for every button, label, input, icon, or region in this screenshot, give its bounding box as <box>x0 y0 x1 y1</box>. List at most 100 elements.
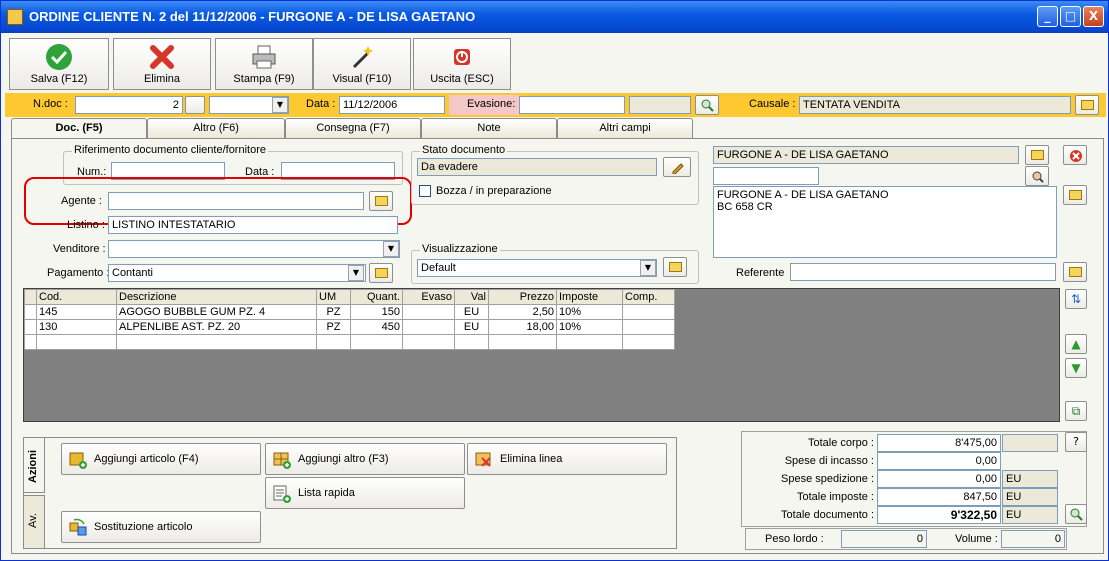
tab-azioni-label: Azioni <box>27 450 39 483</box>
tab-av[interactable]: Av. <box>23 495 45 549</box>
cell[interactable]: 130 <box>36 319 117 335</box>
visualizzazione-folder-button[interactable] <box>663 257 687 277</box>
minimize-button[interactable]: _ <box>1037 6 1058 27</box>
ndoc-series-button[interactable] <box>185 96 205 114</box>
cliente-code-input[interactable] <box>713 167 819 185</box>
row-selector[interactable] <box>24 334 37 350</box>
bozza-checkbox[interactable] <box>419 185 431 197</box>
cell[interactable] <box>622 304 675 320</box>
cell[interactable] <box>116 334 317 350</box>
row-selector[interactable] <box>24 304 37 320</box>
lista-rapida-button[interactable]: Lista rapida <box>265 477 465 509</box>
cell[interactable]: AGOGO BUBBLE GUM PZ. 4 <box>116 304 317 320</box>
cell[interactable]: 145 <box>36 304 117 320</box>
sort-button[interactable]: ⇅ <box>1065 289 1087 309</box>
col-evaso[interactable]: Evaso <box>402 289 455 305</box>
col-val[interactable]: Val <box>454 289 489 305</box>
zoom-button[interactable] <box>1065 504 1087 524</box>
cell[interactable]: PZ <box>316 319 351 335</box>
col-prezzo[interactable]: Prezzo <box>488 289 557 305</box>
copy-rows-button[interactable]: ⧉ <box>1065 401 1087 421</box>
venditore-select[interactable] <box>108 240 400 258</box>
chevron-down-icon[interactable]: ▼ <box>383 241 399 257</box>
cell[interactable] <box>454 334 489 350</box>
cell[interactable]: 2,50 <box>488 304 557 320</box>
close-button[interactable]: X <box>1083 6 1104 27</box>
cliente-folder-button[interactable] <box>1025 145 1049 165</box>
cell[interactable] <box>556 334 623 350</box>
help-button[interactable]: ? <box>1065 432 1087 452</box>
col-quant[interactable]: Quant. <box>350 289 403 305</box>
elimina-button[interactable]: Elimina <box>113 38 211 90</box>
stato-button[interactable] <box>663 157 691 177</box>
cell[interactable] <box>402 319 455 335</box>
indirizzo-box[interactable]: FURGONE A - DE LISA GAETANO BC 658 CR <box>713 186 1057 258</box>
causale-input[interactable]: TENTATA VENDITA <box>799 96 1071 114</box>
cell[interactable]: 10% <box>556 319 623 335</box>
cliente-field: FURGONE A - DE LISA GAETANO <box>713 146 1019 164</box>
chevron-down-icon[interactable]: ▼ <box>640 260 656 276</box>
aggiungi-articolo-button[interactable]: Aggiungi articolo (F4) <box>61 443 261 475</box>
cliente-search-button[interactable] <box>1025 166 1049 186</box>
move-down-button[interactable]: ▼ <box>1065 358 1087 378</box>
tab-altro[interactable]: Altro (F6) <box>147 118 285 138</box>
cell[interactable] <box>488 334 557 350</box>
cell[interactable] <box>402 334 455 350</box>
cell[interactable]: 150 <box>350 304 403 320</box>
col-cod[interactable]: Cod. <box>36 289 117 305</box>
cell[interactable] <box>350 334 403 350</box>
cell[interactable] <box>316 334 351 350</box>
cell[interactable]: 450 <box>350 319 403 335</box>
visualizzazione-select[interactable]: Default <box>417 259 657 277</box>
move-up-button[interactable]: ▲ <box>1065 334 1087 354</box>
data-input[interactable]: 11/12/2006 <box>339 96 445 114</box>
cell[interactable]: 18,00 <box>488 319 557 335</box>
salva-button[interactable]: Salva (F12) <box>9 38 109 90</box>
aggiungi-altro-button[interactable]: Aggiungi altro (F3) <box>265 443 465 475</box>
tab-consegna[interactable]: Consegna (F7) <box>285 118 421 138</box>
spese-incasso-value[interactable]: 0,00 <box>877 452 1001 470</box>
evasione-input[interactable] <box>519 96 625 114</box>
listino-select[interactable]: LISTINO INTESTATARIO <box>108 216 398 234</box>
cell[interactable]: ALPENLIBE AST. PZ. 20 <box>116 319 317 335</box>
cliente-delete-button[interactable] <box>1063 145 1087 165</box>
col-imposte[interactable]: Imposte <box>556 289 623 305</box>
maximize-button[interactable]: □ <box>1060 6 1081 27</box>
pagamento-select[interactable]: Contanti <box>108 264 366 282</box>
cell[interactable] <box>622 319 675 335</box>
row-selector[interactable] <box>24 319 37 335</box>
cell[interactable]: EU <box>454 319 489 335</box>
pagamento-folder-button[interactable] <box>369 263 393 283</box>
causale-folder-button[interactable] <box>1075 95 1099 115</box>
cell[interactable]: 10% <box>556 304 623 320</box>
col-descrizione[interactable]: Descrizione <box>116 289 317 305</box>
ndoc-input[interactable]: 2 <box>75 96 183 114</box>
col-comp[interactable]: Comp. <box>622 289 675 305</box>
cell[interactable]: PZ <box>316 304 351 320</box>
sostituzione-articolo-button[interactable]: Sostituzione articolo <box>61 511 261 543</box>
referente-folder-button[interactable] <box>1063 262 1087 282</box>
table-row[interactable]: 145 AGOGO BUBBLE GUM PZ. 4 PZ 150 EU 2,5… <box>24 304 675 320</box>
table-row[interactable]: 130 ALPENLIBE AST. PZ. 20 PZ 450 EU 18,0… <box>24 319 675 335</box>
visual-button[interactable]: Visual (F10) <box>313 38 411 90</box>
col-um[interactable]: UM <box>316 289 351 305</box>
table-row[interactable] <box>24 334 675 350</box>
spese-spedizione-value[interactable]: 0,00 <box>877 470 1001 488</box>
stampa-button[interactable]: Stampa (F9) <box>215 38 313 90</box>
chevron-down-icon[interactable]: ▼ <box>348 265 364 281</box>
tab-doc[interactable]: Doc. (F5) <box>11 118 147 139</box>
tab-altri-campi[interactable]: Altri campi <box>557 118 693 138</box>
elimina-linea-button[interactable]: Elimina linea <box>467 443 667 475</box>
tab-note[interactable]: Note <box>421 118 557 138</box>
cell[interactable] <box>36 334 117 350</box>
cell[interactable] <box>402 304 455 320</box>
cell[interactable]: EU <box>454 304 489 320</box>
chevron-down-icon[interactable]: ▼ <box>272 97 288 113</box>
indirizzo-folder-button[interactable] <box>1063 185 1087 205</box>
tab-azioni[interactable]: Azioni <box>23 437 45 493</box>
search-button[interactable] <box>695 95 719 115</box>
cell[interactable] <box>622 334 675 350</box>
referente-input[interactable] <box>790 263 1056 281</box>
folder-icon <box>1069 267 1082 277</box>
uscita-button[interactable]: Uscita (ESC) <box>413 38 511 90</box>
